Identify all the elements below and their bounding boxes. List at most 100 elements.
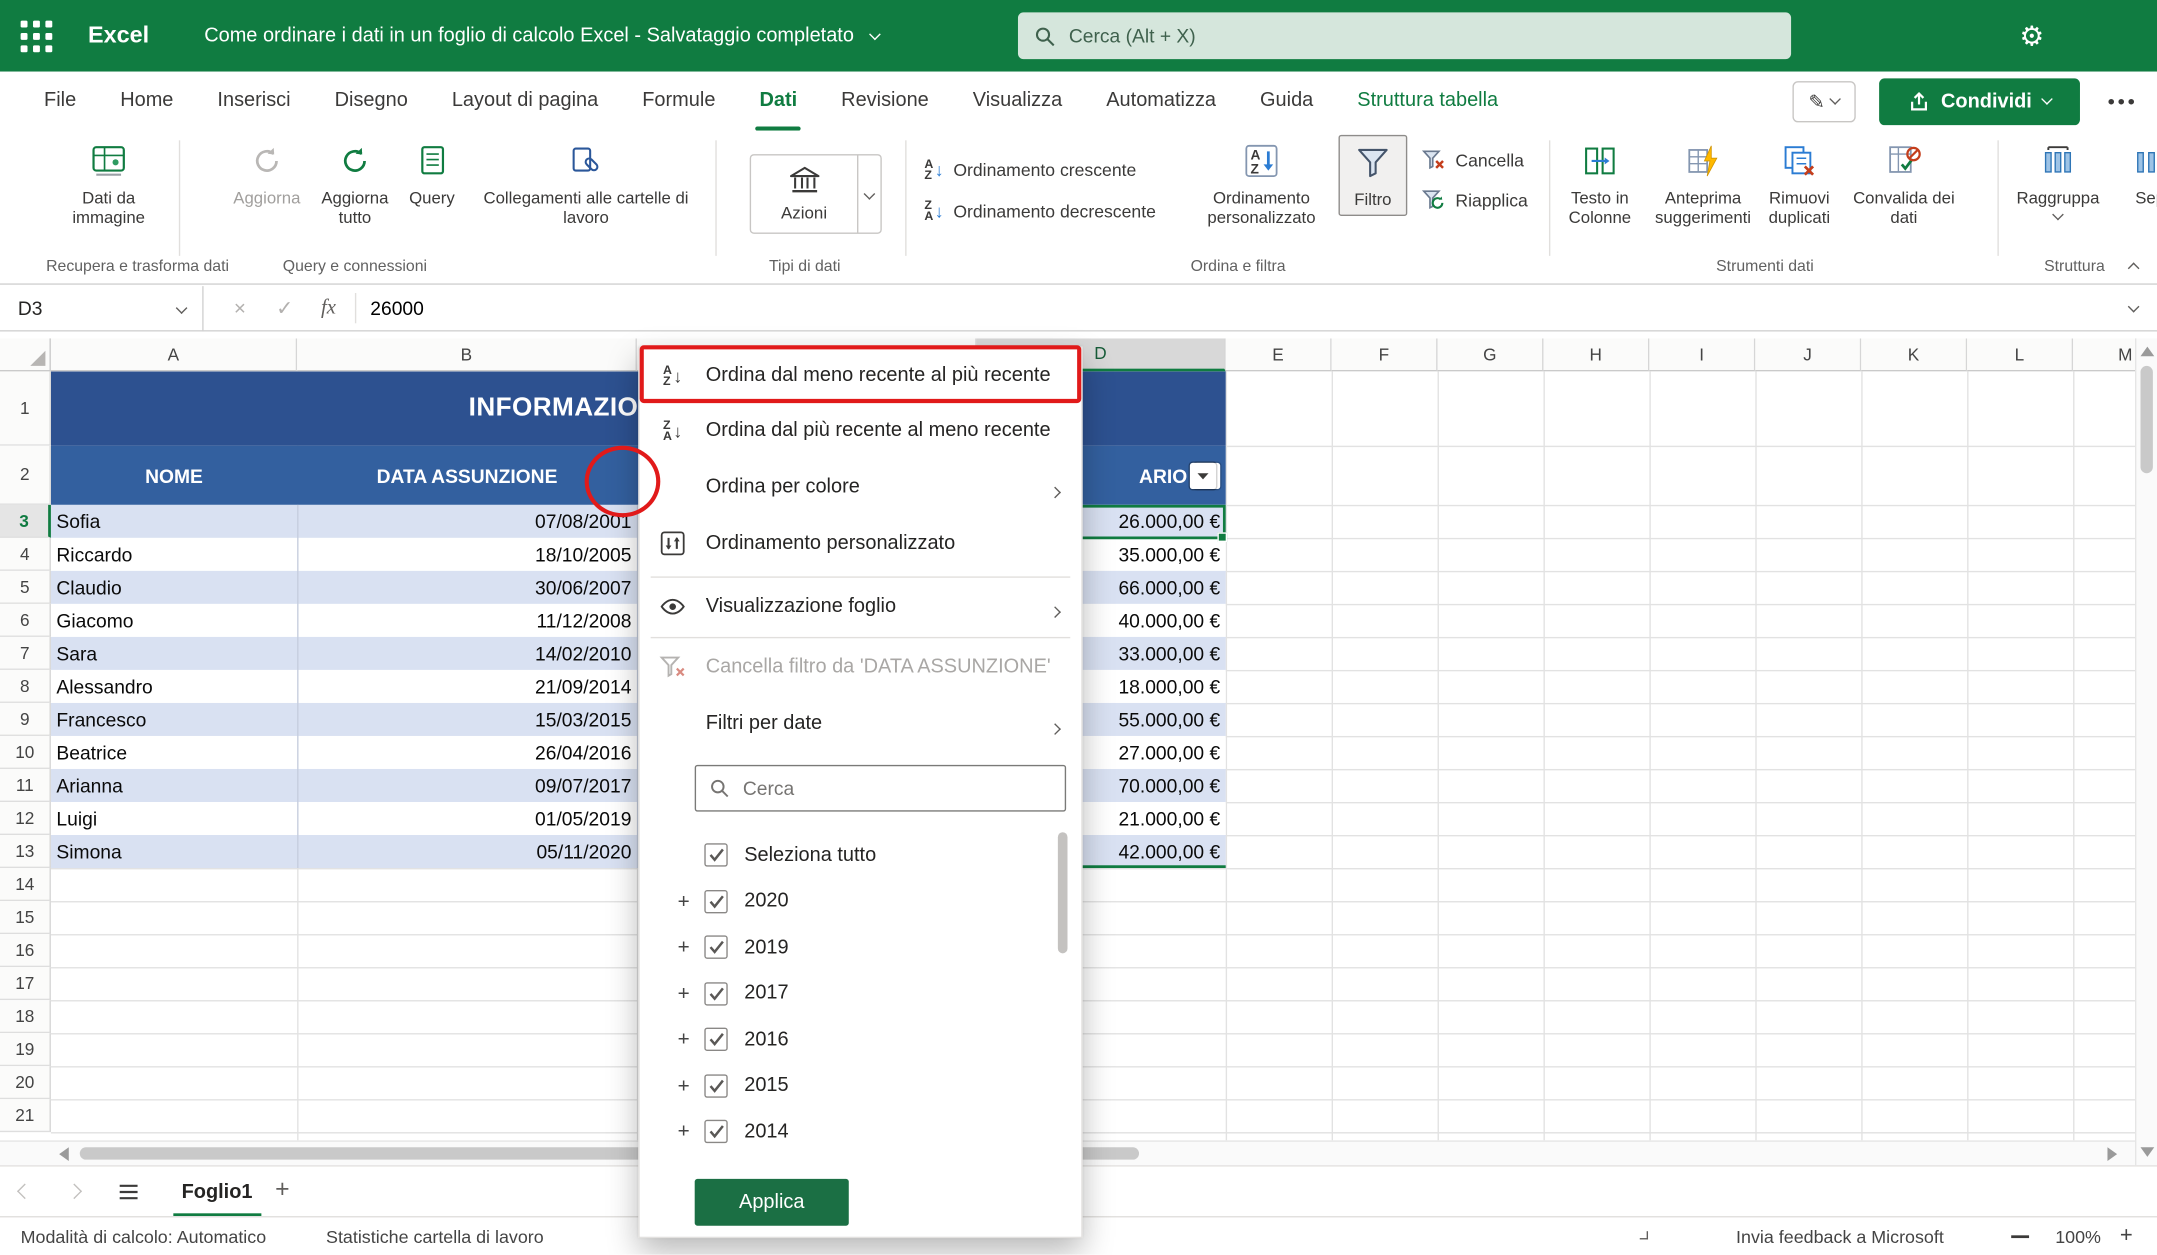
cell-data-assunzione[interactable]: 18/10/2005 (297, 538, 631, 571)
status-bar-chevron-icon[interactable] (1640, 1231, 1648, 1239)
cell-nome[interactable]: Alessandro (56, 670, 290, 703)
cell-nome[interactable]: Riccardo (56, 538, 290, 571)
tab-file[interactable]: File (22, 72, 98, 131)
column-header-L[interactable]: L (1967, 338, 2073, 371)
app-launcher-button[interactable] (0, 0, 72, 72)
tab-visualizza[interactable]: Visualizza (951, 72, 1084, 131)
filter-menu-item-ordina-dal-pi-recente-al-meno-recente[interactable]: ZA↓Ordina dal più recente al meno recent… (640, 403, 1082, 458)
zoom-level[interactable]: 100% (2055, 1226, 2101, 1247)
filter-item-2019[interactable]: +2019 (640, 924, 1082, 969)
filter-search-box[interactable]: Cerca (695, 765, 1066, 812)
cell-data-assunzione[interactable]: 11/12/2008 (297, 604, 631, 637)
row-header-14[interactable]: 14 (0, 868, 51, 901)
rimuovi-duplicati-button[interactable]: Rimuovi duplicati (1750, 138, 1849, 227)
ribbon-more-button[interactable]: ••• (2099, 81, 2146, 122)
azioni-button[interactable]: Azioni (750, 154, 882, 234)
row-header-5[interactable]: 5 (0, 571, 51, 604)
search-box[interactable]: Cerca (Alt + X) (1018, 12, 1791, 59)
cell-nome[interactable]: Arianna (56, 769, 290, 802)
query-button[interactable]: Query (398, 138, 467, 208)
dati-da-immagine-button[interactable]: Dati da immagine (50, 138, 168, 227)
settings-gear-icon[interactable]: ⚙ (2019, 0, 2044, 72)
insert-function-icon[interactable]: fx (321, 296, 336, 319)
checkbox-2019[interactable] (704, 935, 727, 958)
aggiorna-tutto-button[interactable]: Aggiorna tutto (312, 138, 397, 227)
tab-struttura-tabella[interactable]: Struttura tabella (1335, 72, 1520, 131)
row-header-20[interactable]: 20 (0, 1066, 51, 1099)
all-sheets-menu-icon[interactable] (118, 1183, 139, 1208)
tab-disegno[interactable]: Disegno (313, 72, 430, 131)
checkbox-2017[interactable] (704, 982, 727, 1005)
ordinamento-crescente-button[interactable]: AZ↓ Ordinamento crescente (924, 151, 1136, 187)
sheet-canvas[interactable]: INFORMAZIO NOME DATA ASSUNZIONE ARIO Sof… (51, 371, 2135, 1140)
share-button[interactable]: Condividi (1879, 78, 2080, 125)
filter-item-2017[interactable]: +2017 (640, 971, 1082, 1016)
column-header-M[interactable]: M (2073, 338, 2135, 371)
filter-menu-item-ordinamento-personalizzato[interactable]: Ordinamento personalizzato (640, 516, 1082, 571)
convalida-dati-button[interactable]: Convalida dei dati (1849, 138, 1959, 227)
riapplica-button[interactable]: Riapplica (1421, 182, 1528, 218)
name-box-chevron-icon[interactable] (176, 302, 188, 314)
checkbox-seleziona-tutto[interactable] (704, 843, 727, 866)
anteprima-suggerimenti-button[interactable]: Anteprima suggerimenti (1648, 138, 1758, 227)
testo-in-colonne-button[interactable]: Testo in Colonne (1552, 138, 1648, 227)
checkbox-2015[interactable] (704, 1074, 727, 1097)
filter-item-2015[interactable]: +2015 (640, 1063, 1082, 1108)
scroll-up-arrow-icon[interactable] (2140, 347, 2154, 357)
row-header-21[interactable]: 21 (0, 1099, 51, 1132)
column-header-E[interactable]: E (1226, 338, 1332, 371)
azioni-main[interactable]: Azioni (751, 155, 857, 232)
filter-item-2016[interactable]: +2016 (640, 1017, 1082, 1062)
collegamenti-cartelle-button[interactable]: Collegamenti alle cartelle di lavoro (469, 138, 703, 227)
azioni-dropdown-arrow[interactable] (857, 155, 880, 232)
expand-plus-icon[interactable]: + (674, 1120, 693, 1143)
cell-data-assunzione[interactable]: 07/08/2001 (297, 505, 631, 538)
row-header-4[interactable]: 4 (0, 538, 51, 571)
tab-automatizza[interactable]: Automatizza (1084, 72, 1238, 131)
checkbox-2014[interactable] (704, 1120, 727, 1143)
filter-menu-item-filtri-per-date[interactable]: Filtri per date (640, 696, 1082, 751)
row-header-7[interactable]: 7 (0, 637, 51, 670)
raggruppa-button[interactable]: Raggruppa (2008, 138, 2107, 219)
filter-dropdown-button-salario[interactable] (1190, 462, 1216, 488)
row-header-13[interactable]: 13 (0, 835, 51, 868)
row-header-10[interactable]: 10 (0, 736, 51, 769)
row-header-3[interactable]: 3 (0, 505, 51, 538)
send-feedback-link[interactable]: Invia feedback a Microsoft (1736, 1226, 1944, 1247)
row-header-6[interactable]: 6 (0, 604, 51, 637)
cell-nome[interactable]: Claudio (56, 571, 290, 604)
tab-dati[interactable]: Dati (737, 72, 819, 131)
next-sheet-chevron-icon[interactable] (67, 1184, 83, 1200)
cell-nome[interactable]: Sofia (56, 505, 290, 538)
scroll-down-arrow-icon[interactable] (2140, 1147, 2154, 1157)
tab-home[interactable]: Home (98, 72, 195, 131)
tab-guida[interactable]: Guida (1238, 72, 1335, 131)
column-header-B[interactable]: B (297, 338, 637, 371)
column-header-K[interactable]: K (1861, 338, 1967, 371)
cell-nome[interactable]: Luigi (56, 802, 290, 835)
cell-data-assunzione[interactable]: 21/09/2014 (297, 670, 631, 703)
row-header-12[interactable]: 12 (0, 802, 51, 835)
editing-mode-button[interactable]: ✎ (1792, 81, 1855, 122)
expand-plus-icon[interactable]: + (674, 935, 693, 958)
cell-data-assunzione[interactable]: 30/06/2007 (297, 571, 631, 604)
formula-bar-expand-chevron-icon[interactable] (2128, 301, 2140, 313)
column-header-G[interactable]: G (1438, 338, 1544, 371)
scroll-left-arrow-icon[interactable] (59, 1147, 69, 1161)
cell-data-assunzione[interactable]: 01/05/2019 (297, 802, 631, 835)
filter-item-seleziona-tutto[interactable]: Seleziona tutto (640, 832, 1082, 877)
prev-sheet-chevron-icon[interactable] (17, 1184, 33, 1200)
filter-item-2020[interactable]: +2020 (640, 878, 1082, 923)
tab-inserisci[interactable]: Inserisci (195, 72, 312, 131)
row-header-8[interactable]: 8 (0, 670, 51, 703)
zoom-in-button[interactable]: + (2120, 1224, 2133, 1249)
row-header-17[interactable]: 17 (0, 967, 51, 1000)
filtro-button[interactable]: Filtro (1338, 135, 1407, 216)
confirm-entry-icon[interactable]: ✓ (276, 296, 293, 321)
cell-data-assunzione[interactable]: 14/02/2010 (297, 637, 631, 670)
expand-plus-icon[interactable]: + (674, 889, 693, 912)
column-header-J[interactable]: J (1755, 338, 1861, 371)
filter-menu-item-visualizzazione-foglio[interactable]: Visualizzazione foglio (640, 579, 1082, 634)
filter-item-2014[interactable]: +2014 (640, 1109, 1082, 1154)
expand-plus-icon[interactable]: + (674, 1028, 693, 1051)
